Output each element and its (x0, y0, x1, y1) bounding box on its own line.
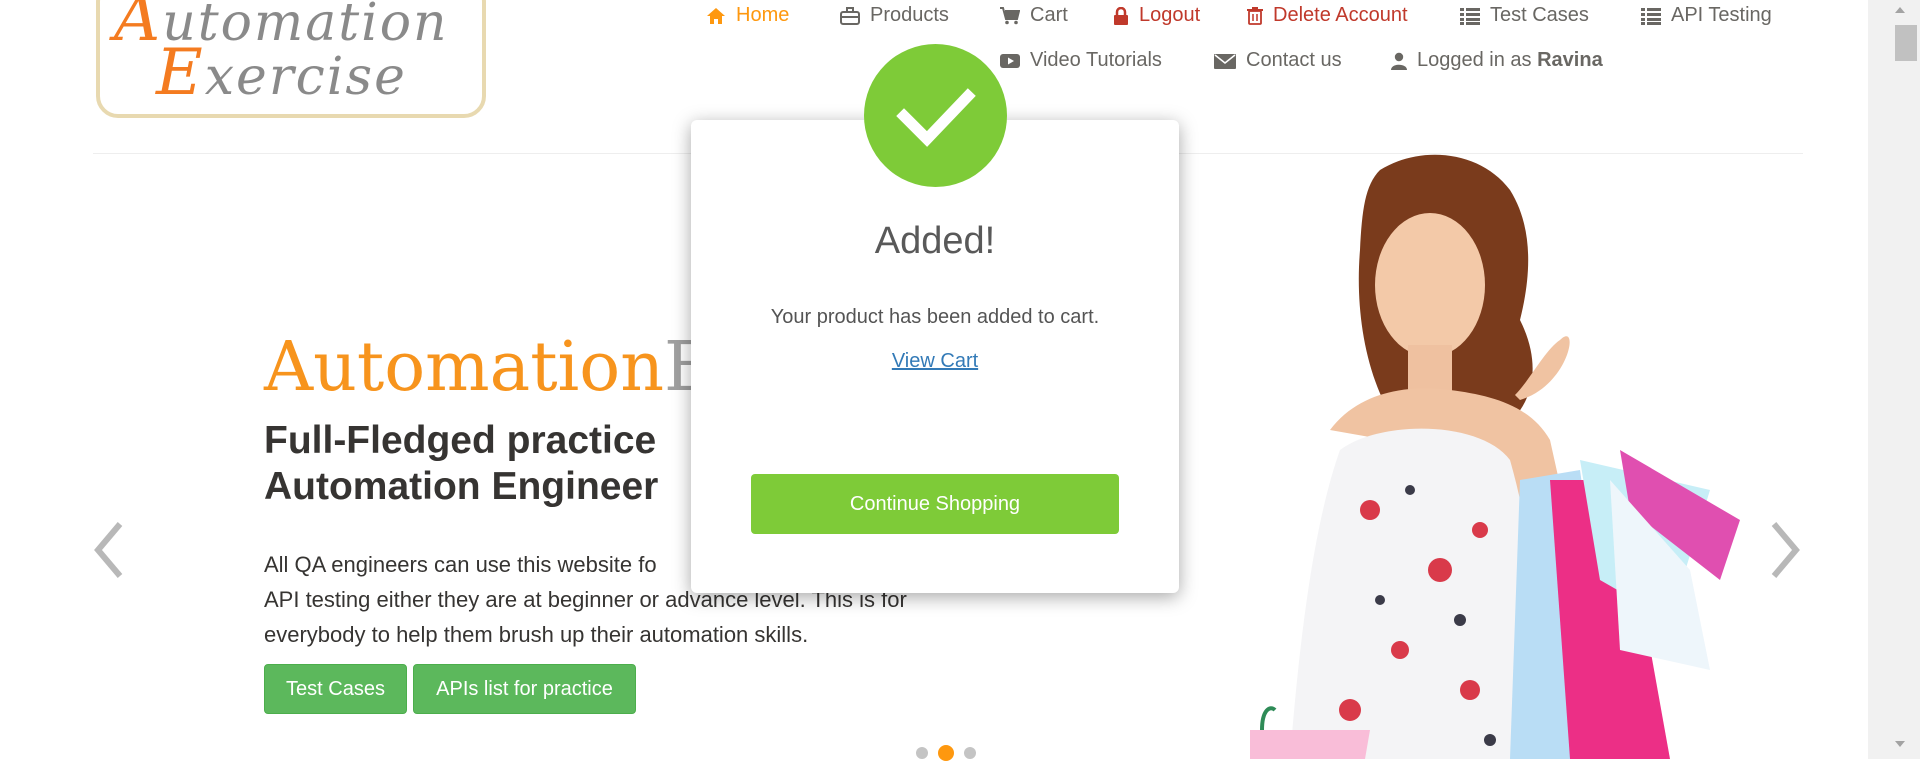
modal-message: Your product has been added to cart. (770, 306, 1100, 328)
hero-subtitle: Full-Fledged practice Automation Enginee… (264, 419, 659, 508)
trash-icon (1247, 6, 1263, 25)
page-scrollbar[interactable] (1868, 0, 1920, 759)
carousel-dot[interactable] (964, 747, 976, 759)
list-icon (1641, 7, 1661, 25)
view-cart-link[interactable]: View Cart (691, 350, 1179, 373)
user-icon (1391, 52, 1407, 70)
scroll-down-icon[interactable] (1894, 740, 1906, 748)
home-icon (707, 7, 725, 24)
cart-icon (1000, 6, 1020, 24)
nav-cart[interactable]: Cart (1000, 4, 1068, 27)
logged-in-username: Ravina (1537, 49, 1603, 71)
nav-logged-in: Logged in as Ravina (1391, 49, 1603, 72)
hero-title: AutomationEx (264, 328, 752, 407)
site-logo[interactable]: Automation Exercise (96, 0, 486, 118)
continue-shopping-button[interactable]: Continue Shopping (751, 474, 1119, 534)
scroll-up-icon[interactable] (1894, 6, 1906, 14)
nav-contact-us[interactable]: Contact us (1214, 49, 1342, 72)
success-check-icon (864, 44, 1007, 187)
nav-api-testing[interactable]: API Testing (1641, 4, 1772, 27)
modal-title: Added! (874, 220, 996, 262)
nav-test-cases[interactable]: Test Cases (1460, 4, 1589, 27)
nav-home[interactable]: Home (706, 4, 789, 27)
nav-video-tutorials[interactable]: Video Tutorials (1000, 49, 1162, 72)
lock-icon (1114, 6, 1128, 25)
test-cases-button[interactable]: Test Cases (264, 664, 407, 714)
carousel-dot[interactable] (916, 747, 928, 759)
briefcase-icon (840, 6, 860, 25)
logo-line-2: Exercise (156, 36, 407, 110)
carousel-next-icon[interactable] (1768, 520, 1802, 580)
apis-list-button[interactable]: APIs list for practice (413, 664, 636, 714)
envelope-icon (1214, 53, 1236, 69)
nav-delete-account[interactable]: Delete Account (1247, 4, 1408, 27)
scrollbar-thumb[interactable] (1895, 25, 1917, 61)
hero-model-image (1250, 154, 1740, 759)
nav-products[interactable]: Products (840, 4, 949, 27)
nav-logout[interactable]: Logout (1113, 4, 1200, 27)
carousel-prev-icon[interactable] (92, 520, 126, 580)
list-icon (1460, 7, 1480, 25)
